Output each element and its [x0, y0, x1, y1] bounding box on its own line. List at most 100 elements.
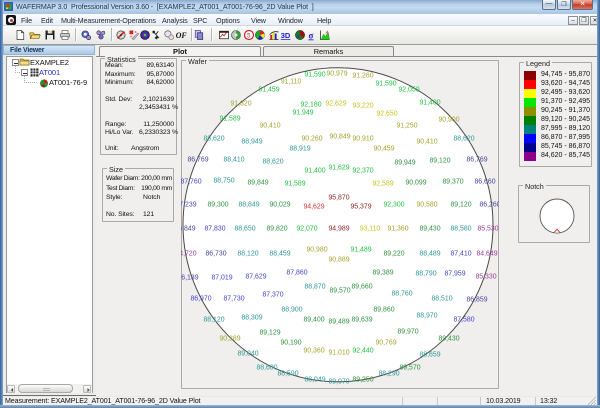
svg-text:87,830: 87,830 [204, 226, 225, 233]
svg-text:86,970: 86,970 [190, 296, 211, 303]
svg-text:88,949: 88,949 [241, 139, 262, 146]
svg-text:89,639: 89,639 [351, 317, 372, 324]
svg-text:88,120: 88,120 [203, 317, 224, 324]
svg-text:91,590: 91,590 [304, 72, 325, 79]
svg-text:87,959: 87,959 [444, 271, 465, 278]
svg-text:85,330: 85,330 [475, 274, 496, 281]
svg-text:85,530: 85,530 [477, 226, 498, 233]
svg-text:91,110: 91,110 [281, 79, 302, 86]
svg-text:91,360: 91,360 [387, 226, 408, 233]
svg-text:88,919: 88,919 [289, 146, 310, 153]
svg-text:92,589: 92,589 [372, 181, 393, 188]
svg-text:89,860: 89,860 [373, 307, 394, 314]
svg-text:88,790: 88,790 [415, 271, 436, 278]
svg-text:91,260: 91,260 [352, 73, 373, 80]
svg-text:90,889: 90,889 [328, 257, 349, 264]
svg-text:87,629: 87,629 [245, 274, 266, 281]
svg-text:95,379: 95,379 [350, 204, 371, 211]
svg-text:3D: 3D [281, 31, 291, 40]
svg-text:86,769: 86,769 [187, 157, 208, 164]
svg-text:88,870: 88,870 [304, 284, 325, 291]
svg-text:91,459: 91,459 [258, 87, 279, 94]
svg-text:89,570: 89,570 [399, 365, 420, 372]
svg-text:94,629: 94,629 [303, 204, 324, 211]
svg-text:89,120: 89,120 [450, 202, 471, 209]
svg-text:89,070: 89,070 [328, 379, 349, 386]
svg-text:90,979: 90,979 [326, 71, 347, 78]
svg-text:89,300: 89,300 [207, 202, 228, 209]
svg-text:87,760: 87,760 [181, 179, 202, 186]
svg-text:90,849: 90,849 [329, 134, 350, 141]
svg-text:92,070: 92,070 [296, 226, 317, 233]
svg-text:87,730: 87,730 [223, 296, 244, 303]
svg-text:90,900: 90,900 [438, 117, 459, 124]
svg-text:OF: OF [176, 31, 187, 40]
svg-text:90,190: 90,190 [280, 340, 301, 347]
svg-text:91,949: 91,949 [292, 110, 313, 117]
svg-text:92,300: 92,300 [383, 202, 404, 209]
svg-text:92,650: 92,650 [376, 111, 397, 118]
svg-text:87,370: 87,370 [262, 292, 283, 299]
svg-text:86,859: 86,859 [466, 297, 487, 304]
svg-text:91,400: 91,400 [304, 168, 325, 175]
svg-text:88,459: 88,459 [269, 251, 290, 258]
svg-text:88,290: 88,290 [378, 371, 399, 378]
svg-text:84,720: 84,720 [181, 251, 197, 258]
svg-text:86,260: 86,260 [479, 202, 499, 209]
svg-text:86,139: 86,139 [181, 275, 199, 282]
svg-text:90,260: 90,260 [301, 136, 322, 143]
svg-text:88,620: 88,620 [262, 159, 283, 166]
svg-text:91,010: 91,010 [328, 350, 349, 357]
svg-text:95,870: 95,870 [328, 195, 349, 202]
svg-text:91,320: 91,320 [230, 101, 251, 108]
svg-text:88,120: 88,120 [237, 251, 258, 258]
svg-text:89,570: 89,570 [329, 288, 350, 295]
svg-text:89,949: 89,949 [394, 160, 415, 167]
svg-text:89,970: 89,970 [397, 329, 418, 336]
svg-text:93,110: 93,110 [360, 226, 381, 233]
svg-text:88,760: 88,760 [391, 291, 412, 298]
svg-text:σ: σ [309, 30, 314, 40]
svg-text:89,250: 89,250 [352, 377, 373, 384]
svg-text:88,489: 88,489 [419, 251, 440, 258]
svg-text:90,389: 90,389 [219, 336, 240, 343]
svg-text:90,099: 90,099 [405, 180, 426, 187]
svg-text:89,220: 89,220 [383, 251, 404, 258]
svg-text:89,040: 89,040 [237, 351, 258, 358]
svg-text:90,360: 90,360 [303, 348, 324, 355]
svg-text:89,400: 89,400 [303, 317, 324, 324]
svg-text:92,440: 92,440 [352, 348, 373, 355]
svg-text:90,769: 90,769 [375, 340, 396, 347]
svg-text:90,580: 90,580 [416, 202, 437, 209]
svg-text:88,510: 88,510 [431, 296, 452, 303]
svg-text:89,489: 89,489 [328, 319, 349, 326]
svg-text:89,120: 89,120 [429, 158, 450, 165]
svg-text:88,849: 88,849 [238, 202, 259, 209]
svg-text:90,980: 90,980 [306, 247, 327, 254]
svg-text:92,370: 92,370 [352, 168, 373, 175]
svg-text:86,769: 86,769 [466, 157, 487, 164]
svg-text:90,910: 90,910 [352, 136, 373, 143]
svg-text:88,620: 88,620 [453, 136, 474, 143]
svg-text:91,589: 91,589 [284, 181, 305, 188]
svg-text:91,250: 91,250 [396, 123, 417, 130]
svg-text:94,989: 94,989 [328, 226, 349, 233]
svg-text:88,590: 88,590 [277, 371, 298, 378]
svg-text:91,590: 91,590 [375, 81, 396, 88]
svg-text:89,430: 89,430 [438, 336, 459, 343]
svg-text:88,410: 88,410 [223, 157, 244, 164]
svg-text:92,180: 92,180 [300, 102, 321, 109]
svg-text:92,050: 92,050 [398, 87, 419, 94]
svg-text:88,659: 88,659 [419, 352, 440, 359]
svg-text:89,430: 89,430 [419, 226, 440, 233]
svg-text:87,410: 87,410 [450, 251, 471, 258]
svg-text:88,970: 88,970 [416, 313, 437, 320]
svg-text:87,019: 87,019 [211, 275, 232, 282]
svg-text:91,629: 91,629 [328, 165, 349, 172]
svg-text:88,600: 88,600 [256, 365, 277, 372]
svg-text:88,580: 88,580 [450, 226, 471, 233]
svg-text:86,849: 86,849 [181, 226, 196, 233]
svg-text:87,860: 87,860 [286, 270, 307, 277]
svg-text:88,620: 88,620 [203, 136, 224, 143]
svg-text:90,459: 90,459 [373, 146, 394, 153]
